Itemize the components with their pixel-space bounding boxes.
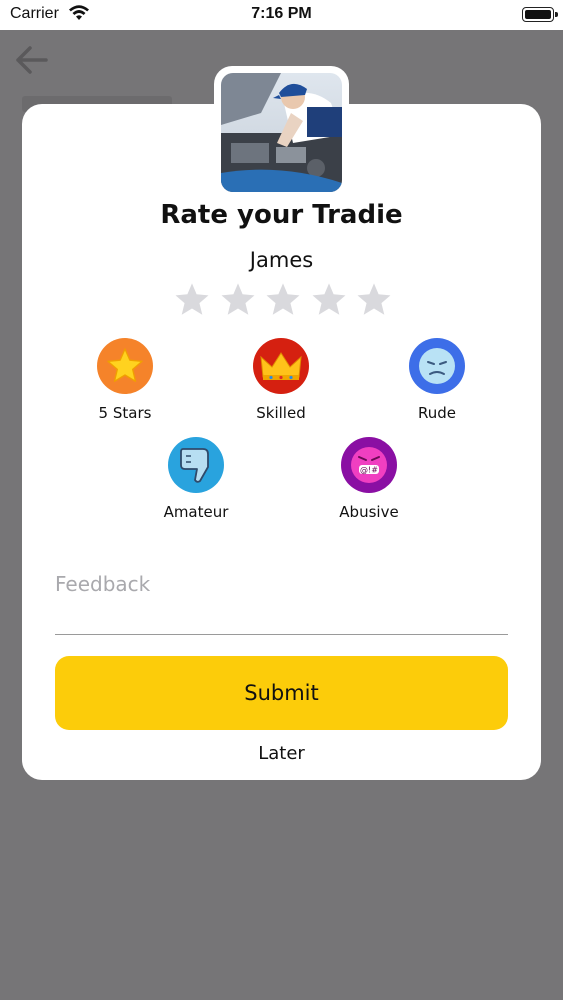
submit-button[interactable]: Submit: [55, 656, 508, 730]
badge-label: Amateur: [163, 503, 229, 521]
dialog-title: Rate your Tradie: [160, 200, 403, 230]
star-badge-icon: [97, 338, 153, 394]
badge-skilled[interactable]: Skilled: [221, 338, 341, 422]
star-2-icon[interactable]: [219, 281, 257, 319]
swearing-face-icon: @!#: [341, 437, 397, 493]
battery-icon: [522, 7, 558, 22]
frowning-face-icon: [409, 338, 465, 394]
crown-badge-icon: [253, 338, 309, 394]
badge-label: Skilled: [256, 404, 306, 422]
badge-5-stars[interactable]: 5 Stars: [65, 338, 185, 422]
star-3-icon[interactable]: [264, 281, 302, 319]
tradie-photo: [221, 73, 342, 192]
tradie-name: James: [249, 248, 314, 272]
svg-text:@!#: @!#: [360, 466, 378, 475]
clock: 7:16 PM: [251, 5, 312, 22]
feedback-field: [55, 560, 508, 635]
tradie-photo-frame: [214, 66, 349, 198]
star-4-icon[interactable]: [310, 281, 348, 319]
thumbs-down-icon: [168, 437, 224, 493]
badge-abusive[interactable]: @!# Abusive: [309, 437, 429, 521]
badge-label: 5 Stars: [98, 404, 152, 422]
badge-amateur[interactable]: Amateur: [136, 437, 256, 521]
star-5-icon[interactable]: [355, 281, 393, 319]
star-rating: [173, 281, 393, 319]
badge-rude[interactable]: Rude: [377, 338, 497, 422]
badge-label: Rude: [417, 404, 456, 422]
back-arrow-icon[interactable]: [14, 44, 50, 80]
star-1-icon[interactable]: [173, 281, 211, 319]
later-button[interactable]: Later: [22, 743, 541, 764]
status-bar: Carrier 7:16 PM: [0, 0, 563, 30]
feedback-input[interactable]: [55, 560, 508, 596]
badge-label: Abusive: [339, 503, 399, 521]
